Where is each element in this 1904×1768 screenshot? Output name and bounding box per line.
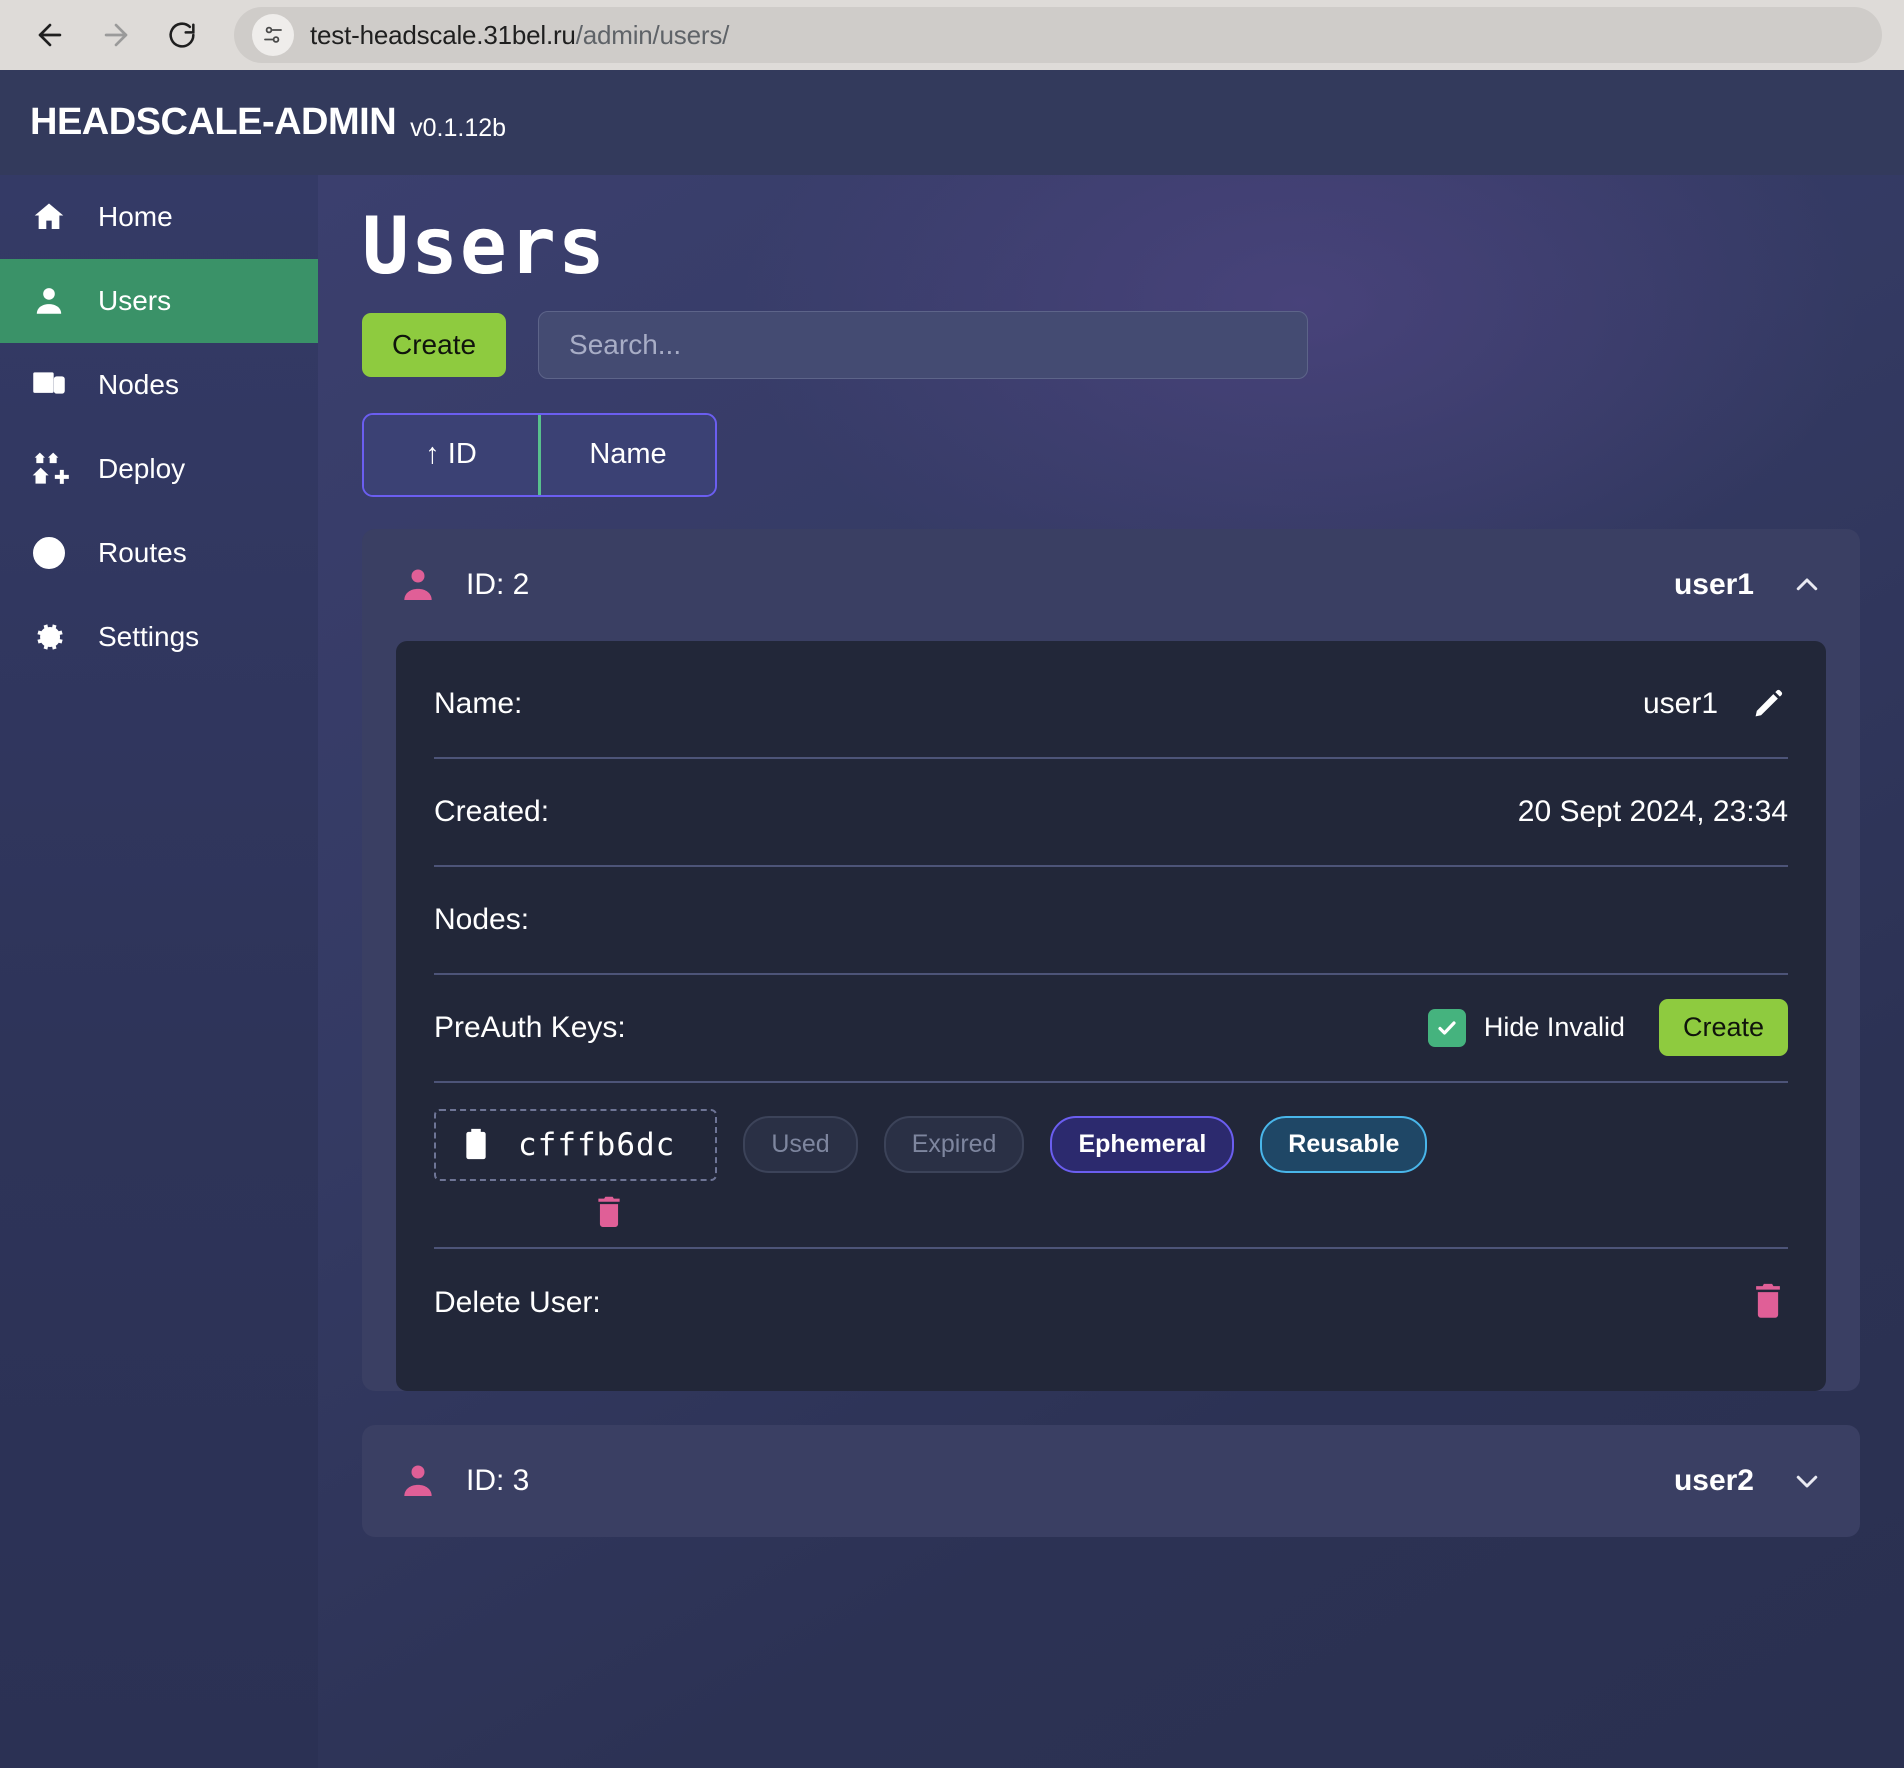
user-detail-panel: Name: user1 Created: 20 Sept 2024, 23:34 — [396, 640, 1826, 1391]
delete-user-trash-icon[interactable] — [1752, 1282, 1788, 1324]
url-host: test-headscale.31bel.ru — [310, 19, 576, 50]
badge-reusable[interactable]: Reusable — [1260, 1116, 1428, 1174]
detail-row-delete-user: Delete User: — [434, 1249, 1788, 1357]
created-label: Created: — [434, 794, 550, 828]
home-icon — [28, 196, 70, 238]
copy-key-chip[interactable]: cfffb6dc — [434, 1108, 718, 1181]
address-bar-text: test-headscale.31bel.ru/admin/users/ — [310, 20, 729, 51]
browser-forward-button[interactable] — [88, 7, 144, 63]
sidebar: Home Users Nodes Deploy Routes Settings — [0, 175, 318, 1768]
chevron-down-icon[interactable] — [1790, 1464, 1824, 1498]
search-input[interactable] — [569, 328, 1278, 361]
create-preauth-key-button[interactable]: Create — [1658, 999, 1788, 1057]
created-value: 20 Sept 2024, 23:34 — [1517, 794, 1788, 828]
sidebar-item-routes[interactable]: Routes — [0, 511, 318, 595]
search-box[interactable] — [538, 310, 1309, 379]
detail-row-created: Created: 20 Sept 2024, 23:34 — [434, 759, 1788, 867]
app-title: HEADSCALE-ADMIN — [30, 101, 397, 143]
preauth-keys-label: PreAuth Keys: — [434, 1010, 626, 1044]
page-title: Users — [362, 202, 607, 292]
deploy-icon — [28, 448, 70, 490]
create-user-button[interactable]: Create — [362, 312, 507, 377]
main-content: Users Create ↑ ID Name ID: 2 — [318, 175, 1904, 1768]
user-card: ID: 3 user2 — [362, 1424, 1860, 1537]
detail-row-name: Name: user1 — [434, 651, 1788, 759]
user-id-label: ID: 3 — [466, 1463, 530, 1497]
nodes-label: Nodes: — [434, 902, 530, 936]
sidebar-item-home[interactable]: Home — [0, 175, 318, 259]
browser-toolbar: test-headscale.31bel.ru/admin/users/ — [0, 0, 1904, 70]
detail-row-nodes: Nodes: — [434, 867, 1788, 975]
sidebar-item-label: Deploy — [98, 453, 186, 484]
user-icon — [398, 1461, 438, 1501]
badge-expired[interactable]: Expired — [883, 1116, 1025, 1174]
name-label: Name: — [434, 686, 523, 720]
sort-toggle-group: ↑ ID Name — [362, 412, 717, 497]
app-version: v0.1.12b — [410, 114, 507, 142]
browser-reload-button[interactable] — [154, 7, 210, 63]
gear-icon — [28, 616, 70, 658]
user-name-label: user2 — [1673, 1463, 1754, 1497]
reload-icon — [166, 19, 198, 51]
sidebar-item-label: Settings — [98, 621, 200, 652]
chevron-up-icon[interactable] — [1790, 568, 1824, 602]
routes-icon — [28, 532, 70, 574]
sidebar-item-users[interactable]: Users — [0, 259, 318, 343]
edit-name-pencil-icon[interactable] — [1748, 684, 1788, 724]
devices-icon — [28, 364, 70, 406]
sidebar-item-label: Users — [98, 285, 172, 316]
preauth-key-value: cfffb6dc — [518, 1126, 676, 1163]
app-header: HEADSCALE-ADMIN v0.1.12b — [0, 70, 1904, 175]
user-icon — [28, 280, 70, 322]
arrow-right-icon — [99, 18, 133, 52]
sidebar-item-label: Routes — [98, 537, 187, 568]
address-bar[interactable]: test-headscale.31bel.ru/admin/users/ — [234, 7, 1882, 63]
sidebar-item-nodes[interactable]: Nodes — [0, 343, 318, 427]
badge-used[interactable]: Used — [743, 1116, 858, 1174]
preauth-key-row: cfffb6dc Used Expired Ephemeral Reusable — [434, 1083, 1788, 1249]
sort-by-name-button[interactable]: Name — [538, 414, 715, 495]
sort-by-id-button[interactable]: ↑ ID — [364, 414, 538, 495]
browser-back-button[interactable] — [22, 7, 78, 63]
detail-row-preauth-keys: PreAuth Keys: Hide Invalid Create — [434, 975, 1788, 1083]
url-path: /admin/users/ — [575, 19, 730, 50]
site-settings-icon[interactable] — [252, 14, 294, 56]
hide-invalid-label: Hide Invalid — [1483, 1012, 1625, 1043]
arrow-left-icon — [33, 18, 67, 52]
users-toolbar: Create — [362, 310, 1860, 379]
sidebar-item-label: Home — [98, 201, 173, 232]
delete-preauth-key-trash-icon[interactable] — [594, 1195, 1788, 1229]
delete-user-label: Delete User: — [434, 1285, 601, 1319]
sidebar-item-deploy[interactable]: Deploy — [0, 427, 318, 511]
user-name-label: user1 — [1673, 567, 1754, 601]
name-value: user1 — [1642, 686, 1718, 720]
user-card-header[interactable]: ID: 2 user1 — [362, 529, 1860, 641]
badge-ephemeral[interactable]: Ephemeral — [1050, 1116, 1235, 1174]
user-id-label: ID: 2 — [466, 567, 530, 601]
hide-invalid-control[interactable]: Hide Invalid — [1427, 1008, 1625, 1047]
app-root: HEADSCALE-ADMIN v0.1.12b Home Users Node… — [0, 70, 1904, 1768]
sidebar-item-label: Nodes — [98, 369, 179, 400]
user-icon — [398, 565, 438, 605]
sidebar-item-settings[interactable]: Settings — [0, 595, 318, 679]
user-card: ID: 2 user1 Name: user1 Created: 20 Sept… — [362, 528, 1860, 1391]
user-card-header[interactable]: ID: 3 user2 — [362, 1425, 1860, 1537]
hide-invalid-checkbox[interactable] — [1427, 1008, 1466, 1047]
clipboard-icon — [462, 1127, 492, 1163]
